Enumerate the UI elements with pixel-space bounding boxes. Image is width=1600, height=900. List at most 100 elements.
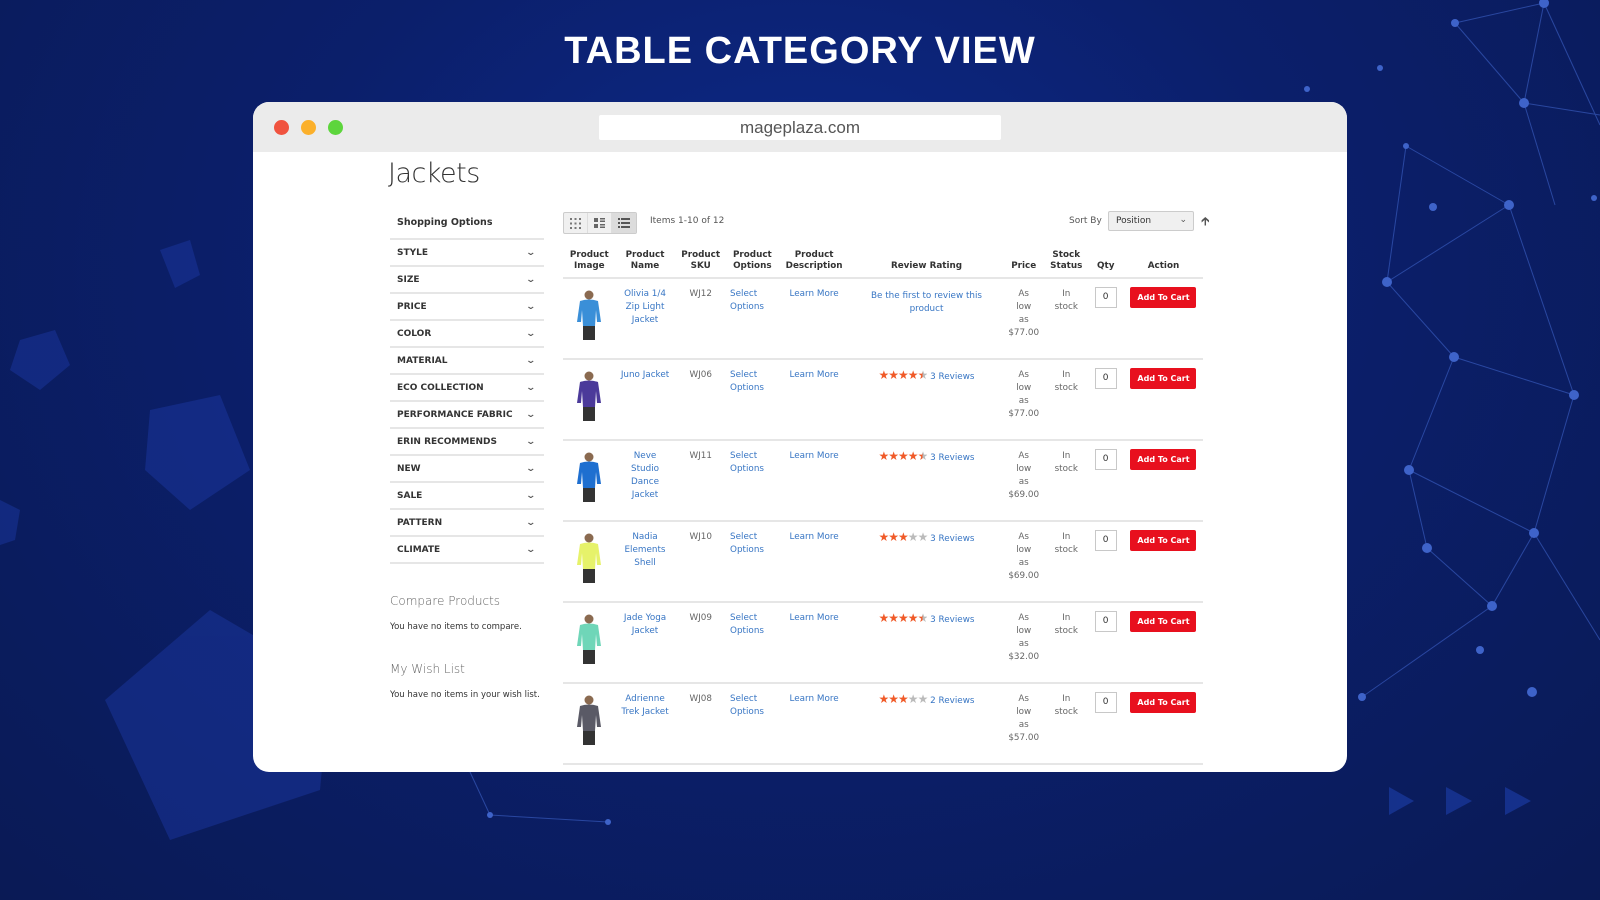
filter-label: CLIMATE xyxy=(397,544,441,555)
product-name-link[interactable]: Nadia Elements Shell xyxy=(625,532,666,568)
select-options-link[interactable]: Select Options xyxy=(730,451,764,474)
qty-input[interactable]: 0 xyxy=(1094,287,1117,308)
reviews-link[interactable]: 3 Reviews xyxy=(930,615,974,625)
action-cell: Add To Cart xyxy=(1123,683,1203,765)
action-cell: Add To Cart xyxy=(1123,521,1203,603)
star-icon: ★ xyxy=(907,692,919,706)
sort-direction-arrow-icon[interactable]: 🡱 xyxy=(1201,212,1210,233)
star-icon: ★ xyxy=(907,449,919,463)
rating-stars: ★★★★★ xyxy=(879,611,929,625)
add-to-cart-button[interactable]: Add To Cart xyxy=(1130,449,1197,470)
filter-performance-fabric[interactable]: PERFORMANCE FABRIC ⌄ xyxy=(390,402,544,429)
product-image[interactable] xyxy=(569,288,609,342)
reviews-link[interactable]: 3 Reviews xyxy=(930,534,974,544)
filter-color[interactable]: COLOR ⌄ xyxy=(390,321,544,348)
product-image[interactable] xyxy=(569,369,609,423)
qty-cell: 0 xyxy=(1087,278,1124,360)
price-prefix: As low as xyxy=(1016,451,1032,487)
product-name-link[interactable]: Juno Jacket xyxy=(621,370,669,380)
select-options-link[interactable]: Select Options xyxy=(730,532,764,555)
product-image[interactable] xyxy=(569,531,609,585)
filter-label: SIZE xyxy=(397,274,420,285)
filter-list: STYLE ⌄ SIZE ⌄ PRICE ⌄ COLOR ⌄ MATERIAL ⌄ ECO COLL… xyxy=(390,240,544,564)
product-name-link[interactable]: Neve Studio Dance Jacket xyxy=(631,451,659,500)
close-window-button[interactable] xyxy=(274,120,289,135)
product-image[interactable] xyxy=(569,612,609,666)
filter-label: PERFORMANCE FABRIC xyxy=(397,409,513,420)
product-image-cell xyxy=(563,521,616,603)
filter-new[interactable]: NEW ⌄ xyxy=(390,456,544,483)
price-cell: As low as $57.00 xyxy=(1002,683,1045,765)
qty-input[interactable]: 0 xyxy=(1094,611,1117,632)
add-to-cart-button[interactable]: Add To Cart xyxy=(1130,611,1197,632)
product-options-cell: Select Options xyxy=(727,440,778,522)
product-options-cell: Select Options xyxy=(727,683,778,765)
product-name-cell: Olivia 1/4 Zip Light Jacket xyxy=(615,278,675,360)
product-image-cell xyxy=(563,278,616,360)
product-name-link[interactable]: Jade Yoga Jacket xyxy=(624,613,666,636)
learn-more-link[interactable]: Learn More xyxy=(790,451,839,461)
filter-climate[interactable]: CLIMATE ⌄ xyxy=(390,537,544,564)
stock-status: In stock xyxy=(1044,602,1088,684)
header-product-name: Product Name xyxy=(615,250,675,279)
filter-pattern[interactable]: PATTERN ⌄ xyxy=(390,510,544,537)
add-to-cart-button[interactable]: Add To Cart xyxy=(1130,530,1197,551)
add-to-cart-button[interactable]: Add To Cart xyxy=(1130,368,1197,389)
minimize-window-button[interactable] xyxy=(301,120,316,135)
product-image[interactable] xyxy=(569,450,609,504)
select-options-link[interactable]: Select Options xyxy=(730,370,764,393)
browser-window: mageplaza.com Jackets Shopping Options S… xyxy=(253,102,1347,772)
qty-input[interactable]: 0 xyxy=(1094,530,1117,551)
select-options-link[interactable]: Select Options xyxy=(730,289,764,312)
filter-erin-recommends[interactable]: ERIN RECOMMENDS ⌄ xyxy=(390,429,544,456)
filter-eco-collection[interactable]: ECO COLLECTION ⌄ xyxy=(390,375,544,402)
sort-by-select[interactable]: Position ⌄ xyxy=(1108,211,1194,231)
product-name-link[interactable]: Adrienne Trek Jacket xyxy=(621,694,668,717)
grid-view-icon[interactable] xyxy=(564,213,588,233)
reviews-link[interactable]: 2 Reviews xyxy=(930,696,974,706)
header-stock-status: Stock Status xyxy=(1044,250,1088,279)
star-icon: ★ xyxy=(917,368,929,382)
qty-cell: 0 xyxy=(1087,521,1124,603)
qty-input[interactable]: 0 xyxy=(1094,449,1117,470)
price-value: $32.00 xyxy=(1008,652,1040,662)
filter-material[interactable]: MATERIAL ⌄ xyxy=(390,348,544,375)
sort-by-label: Sort By xyxy=(1069,216,1102,226)
maximize-window-button[interactable] xyxy=(328,120,343,135)
first-review-link[interactable]: Be the first to review this product xyxy=(871,291,982,314)
table-row: Jade Yoga Jacket WJ09 Select Options Learn … xyxy=(563,602,1203,684)
qty-input[interactable]: 0 xyxy=(1094,692,1117,713)
reviews-link[interactable]: 3 Reviews xyxy=(930,372,974,382)
filter-sale[interactable]: SALE ⌄ xyxy=(390,483,544,510)
qty-input[interactable]: 0 xyxy=(1094,368,1117,389)
wish-list-title: My Wish List xyxy=(390,662,465,676)
product-image[interactable] xyxy=(569,693,609,747)
star-icon: ★ xyxy=(907,611,919,625)
price-cell: As low as $77.00 xyxy=(1002,278,1045,360)
learn-more-link[interactable]: Learn More xyxy=(790,370,839,380)
product-description-cell: Learn More xyxy=(777,440,851,522)
add-to-cart-button[interactable]: Add To Cart xyxy=(1130,692,1197,713)
learn-more-link[interactable]: Learn More xyxy=(790,694,839,704)
stock-status: In stock xyxy=(1044,440,1088,522)
address-bar[interactable]: mageplaza.com xyxy=(599,115,1001,140)
select-options-link[interactable]: Select Options xyxy=(730,613,764,636)
filter-size[interactable]: SIZE ⌄ xyxy=(390,267,544,294)
price-prefix: As low as xyxy=(1016,613,1032,649)
filter-style[interactable]: STYLE ⌄ xyxy=(390,240,544,267)
product-name-cell: Adrienne Trek Jacket xyxy=(615,683,675,765)
star-icon: ★ xyxy=(888,449,899,463)
filter-price[interactable]: PRICE ⌄ xyxy=(390,294,544,321)
star-icon: ★ xyxy=(917,530,929,544)
learn-more-link[interactable]: Learn More xyxy=(790,613,839,623)
learn-more-link[interactable]: Learn More xyxy=(790,289,839,299)
table-view-icon[interactable] xyxy=(612,213,636,233)
product-name-link[interactable]: Olivia 1/4 Zip Light Jacket xyxy=(624,289,666,325)
learn-more-link[interactable]: Learn More xyxy=(790,532,839,542)
add-to-cart-button[interactable]: Add To Cart xyxy=(1130,287,1197,308)
compact-grid-view-icon[interactable] xyxy=(588,213,612,233)
select-options-link[interactable]: Select Options xyxy=(730,694,764,717)
reviews-link[interactable]: 3 Reviews xyxy=(930,453,974,463)
product-image-cell xyxy=(563,440,616,522)
star-icon: ★ xyxy=(917,611,929,625)
